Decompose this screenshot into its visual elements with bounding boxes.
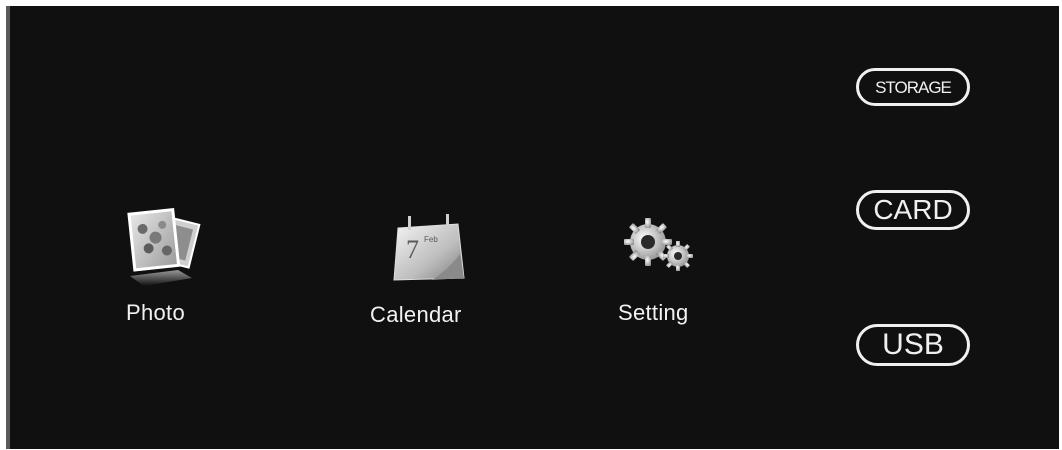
menu-label-photo: Photo: [126, 300, 185, 325]
storage-button[interactable]: STORAGE: [856, 68, 970, 106]
card-label: CARD: [873, 194, 953, 225]
calendar-icon: 7 Feb: [393, 214, 465, 281]
menu-label-calendar: Calendar: [370, 302, 462, 327]
menu-item-photo[interactable]: Photo: [114, 204, 210, 334]
usb-button[interactable]: USB: [856, 324, 970, 366]
menu-label-setting: Setting: [618, 300, 689, 325]
gear-icon: [624, 218, 693, 271]
usb-label: USB: [882, 328, 944, 361]
photo-icon: [127, 208, 201, 286]
menu-item-calendar[interactable]: 7 Feb Calendar: [366, 214, 486, 334]
menu-item-setting[interactable]: Setting: [614, 216, 714, 336]
calendar-icon-month: Feb: [424, 235, 438, 244]
storage-label: STORAGE: [875, 77, 952, 97]
calendar-icon-day: 7: [406, 235, 419, 264]
main-menu-screen: Photo 7 Feb Calendar Setting STORAGE CAR…: [6, 6, 1059, 449]
card-button[interactable]: CARD: [856, 190, 970, 230]
